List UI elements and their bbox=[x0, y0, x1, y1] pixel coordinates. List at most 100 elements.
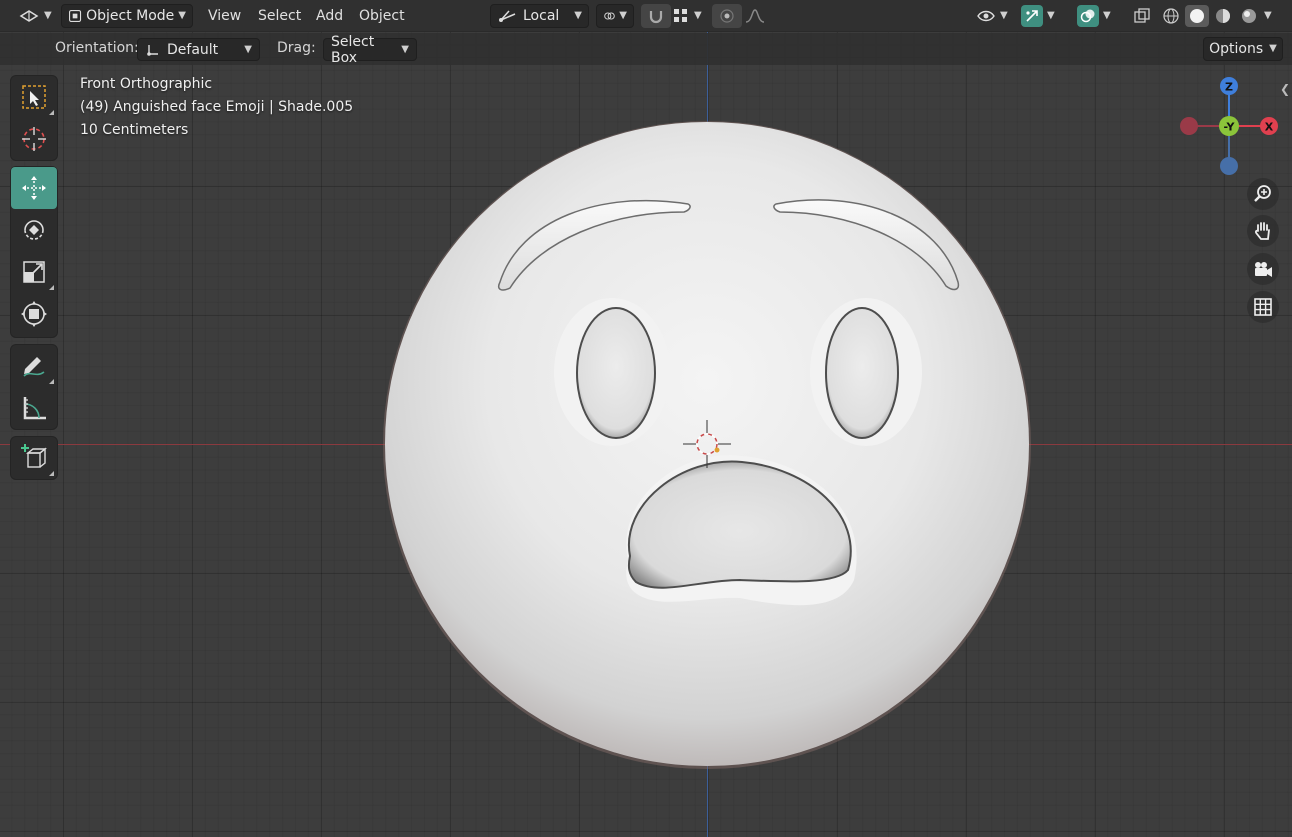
drag-label: Drag: bbox=[277, 40, 316, 56]
move-tool[interactable] bbox=[11, 167, 57, 209]
visibility-dropdown[interactable]: ▼ bbox=[970, 4, 1014, 28]
proportional-edit-icon bbox=[720, 9, 734, 23]
move-arrows-icon bbox=[22, 176, 46, 200]
object-info-text: (49) Anguished face Emoji | Shade.005 bbox=[80, 99, 354, 115]
overlays-icon bbox=[1080, 9, 1095, 23]
select-tools-group bbox=[10, 75, 58, 161]
gizmo-z-label: Z bbox=[1225, 81, 1233, 94]
measure-tool[interactable] bbox=[11, 387, 57, 429]
chevron-down-icon: ▼ bbox=[1000, 10, 1008, 21]
add-tools-group bbox=[10, 436, 58, 480]
chevron-down-icon: ▼ bbox=[1103, 10, 1111, 21]
object-mode-icon bbox=[69, 9, 82, 23]
scale-tool[interactable] bbox=[11, 251, 57, 293]
add-cube-icon bbox=[21, 444, 47, 468]
magnet-icon bbox=[649, 11, 663, 24]
cursor-crosshair-icon bbox=[22, 127, 46, 151]
solid-shading-button[interactable] bbox=[1185, 5, 1209, 27]
options-label: Options bbox=[1209, 41, 1264, 57]
mode-label: Object Mode bbox=[86, 8, 175, 24]
gizmo-toggle[interactable]: ▼ bbox=[1015, 4, 1061, 28]
shading-options-dropdown[interactable]: ▼ bbox=[1258, 4, 1278, 28]
chevron-down-icon: ▼ bbox=[574, 10, 582, 21]
drag-value: Select Box bbox=[331, 33, 375, 66]
pan-button[interactable] bbox=[1247, 215, 1279, 247]
zoom-icon bbox=[1254, 185, 1271, 202]
select-box-icon bbox=[22, 85, 46, 109]
ortho-grid-icon bbox=[1254, 298, 1272, 316]
gizmo-neg-x-handle[interactable] bbox=[1180, 117, 1198, 135]
orientation-value: Default bbox=[167, 41, 219, 58]
wireframe-sphere-icon bbox=[1163, 8, 1179, 24]
menu-object[interactable]: Object bbox=[359, 5, 405, 27]
menu-add[interactable]: Add bbox=[316, 5, 343, 27]
transform-tools-group bbox=[10, 166, 58, 338]
viewport-header: ▼ Object Mode ▼ View Select Add Object L… bbox=[0, 0, 1292, 32]
tool-settings-bar: Orientation: Default ▼ Drag: Select Box … bbox=[0, 33, 1292, 66]
menu-view[interactable]: View bbox=[208, 5, 241, 27]
falloff-dropdown[interactable] bbox=[738, 4, 772, 28]
zoom-button[interactable] bbox=[1247, 178, 1279, 210]
chevron-down-icon: ▼ bbox=[694, 10, 702, 21]
drag-dropdown[interactable]: Select Box ▼ bbox=[323, 34, 417, 66]
gizmo-y-label: -Y bbox=[1224, 121, 1236, 134]
navigation-gizmo[interactable]: Z X -Y bbox=[1170, 70, 1286, 186]
pivot-point-icon bbox=[604, 12, 615, 20]
orientation-label: Local bbox=[523, 8, 560, 24]
select-box-tool[interactable] bbox=[11, 76, 57, 118]
gizmo-z-handle[interactable]: Z bbox=[1220, 77, 1238, 95]
3d-viewport[interactable] bbox=[0, 0, 1292, 837]
chevron-down-icon: ▼ bbox=[1264, 10, 1272, 21]
overlays-toggle[interactable]: ▼ bbox=[1071, 4, 1117, 28]
rotate-tool[interactable] bbox=[11, 209, 57, 251]
chevron-down-icon: ▼ bbox=[1269, 43, 1277, 54]
pan-hand-icon bbox=[1255, 222, 1270, 240]
emoji-mesh-object[interactable] bbox=[0, 0, 1292, 837]
orientation-axes-icon bbox=[147, 44, 158, 56]
pencil-icon bbox=[23, 357, 45, 377]
annotate-tools-group bbox=[10, 344, 58, 430]
xray-toggle[interactable] bbox=[1127, 4, 1157, 28]
camera-icon bbox=[1255, 262, 1272, 277]
ortho-toggle-button[interactable] bbox=[1247, 291, 1279, 323]
falloff-curve-icon bbox=[745, 9, 765, 23]
orientation-axes-icon bbox=[499, 10, 516, 22]
shading-mode-group bbox=[1157, 4, 1263, 28]
gizmo-neg-y-handle[interactable]: -Y bbox=[1219, 116, 1239, 136]
transform-orientation-dropdown[interactable]: Local ▼ bbox=[490, 4, 589, 28]
annotate-tool[interactable] bbox=[11, 345, 57, 387]
snap-grid-icon bbox=[674, 9, 687, 22]
gizmo-arrow-icon bbox=[1026, 10, 1038, 22]
chevron-down-icon: ▼ bbox=[619, 10, 627, 21]
editor-type-icon bbox=[19, 10, 39, 22]
wireframe-shading-button[interactable] bbox=[1159, 5, 1183, 27]
xray-icon bbox=[1134, 8, 1150, 23]
solid-sphere-icon bbox=[1190, 9, 1204, 23]
transform-icon bbox=[21, 301, 47, 327]
gizmo-neg-z-handle[interactable] bbox=[1220, 157, 1238, 175]
view-name-text: Front Orthographic bbox=[80, 76, 213, 92]
material-shading-button[interactable] bbox=[1211, 5, 1235, 27]
gizmo-x-label: X bbox=[1265, 121, 1274, 134]
mode-dropdown[interactable]: Object Mode ▼ bbox=[61, 4, 193, 28]
material-sphere-icon bbox=[1216, 9, 1230, 23]
ruler-icon bbox=[23, 397, 46, 420]
options-dropdown[interactable]: Options ▼ bbox=[1203, 37, 1283, 61]
chevron-down-icon: ▼ bbox=[1047, 10, 1055, 21]
gizmo-x-handle[interactable]: X bbox=[1260, 117, 1278, 135]
editor-type-button[interactable]: ▼ bbox=[12, 4, 58, 28]
left-eye bbox=[554, 298, 670, 446]
transform-tool[interactable] bbox=[11, 293, 57, 335]
cursor-tool[interactable] bbox=[11, 118, 57, 160]
scale-icon bbox=[23, 261, 45, 283]
orientation-dropdown[interactable]: Default ▼ bbox=[137, 38, 260, 61]
eye-icon bbox=[977, 10, 995, 22]
pivot-point-dropdown[interactable]: ▼ bbox=[596, 4, 634, 28]
rendered-sphere-icon bbox=[1242, 9, 1256, 23]
camera-view-button[interactable] bbox=[1247, 253, 1279, 285]
add-cube-tool[interactable] bbox=[11, 437, 57, 479]
chevron-down-icon: ▼ bbox=[244, 43, 252, 55]
chevron-down-icon: ▼ bbox=[178, 10, 186, 21]
menu-select[interactable]: Select bbox=[258, 5, 301, 27]
snap-target-dropdown[interactable]: ▼ bbox=[666, 4, 708, 28]
